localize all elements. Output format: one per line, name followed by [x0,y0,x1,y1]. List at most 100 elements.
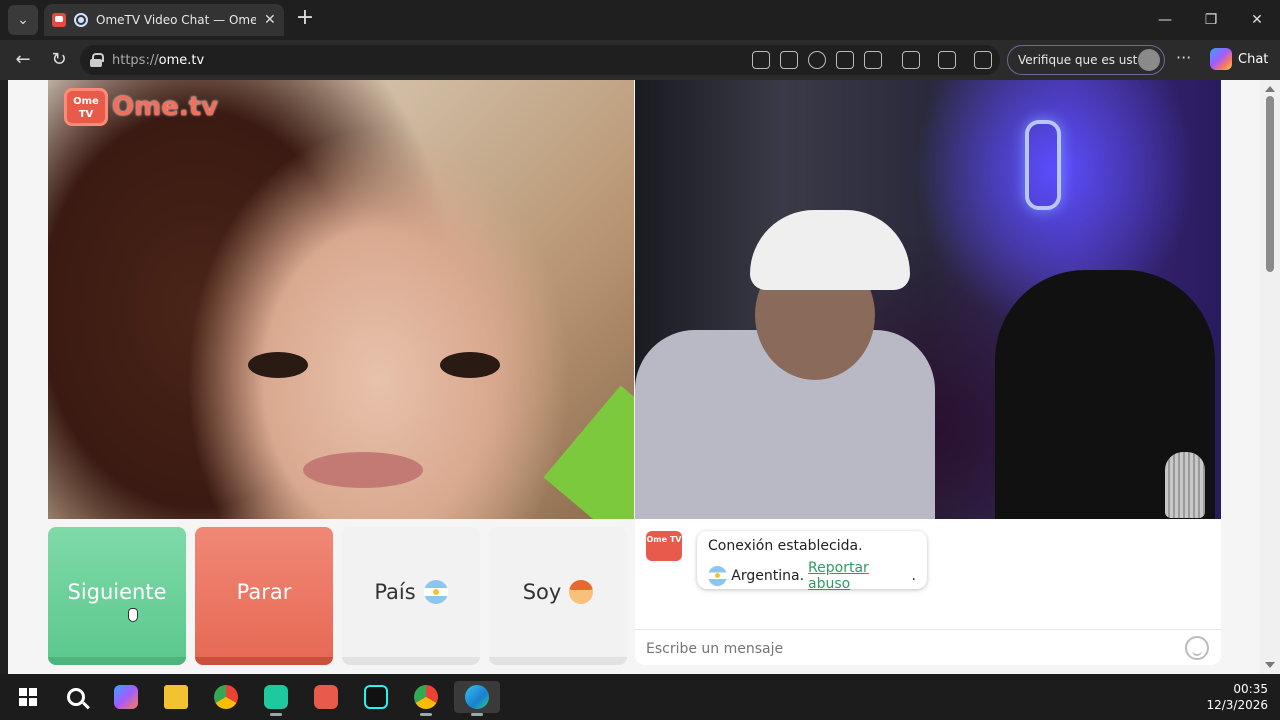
translate-icon[interactable] [780,51,798,69]
windows-start-icon [19,688,37,706]
search-icon [67,688,85,706]
ometv-taskbar-button[interactable] [310,681,342,713]
eye [248,352,308,378]
stop-label: Parar [236,580,292,604]
next-label: Siguiente [67,580,167,604]
window-controls: — ❐ ✕ [1142,0,1280,40]
tiktok-icon [364,685,388,709]
country-line: Argentina. Reportar abuso. [708,560,916,592]
running-indicator [471,713,483,716]
clock-date: 12/3/2026 [1206,698,1268,712]
edge-button[interactable] [454,681,500,716]
minimize-button[interactable]: — [1142,0,1188,40]
start-button[interactable] [12,681,44,713]
emoji-icon[interactable] [1185,636,1209,660]
lips [303,452,423,488]
reading-mode-icon[interactable] [808,51,826,69]
chrome-profile-button[interactable] [410,681,442,716]
chrome-button[interactable] [210,681,242,713]
extensions-icon[interactable] [902,51,920,69]
scroll-up-icon[interactable] [1265,86,1275,92]
extension-icons [902,51,992,69]
app-available-icon[interactable] [752,51,770,69]
boy-icon [569,580,594,604]
refresh-button[interactable]: ↻ [46,48,72,72]
close-window-button[interactable]: ✕ [1234,0,1280,40]
media-control-icon[interactable] [938,51,956,69]
system-clock[interactable]: 00:35 12/3/2026 [1206,681,1268,713]
url-protocol: https:// [112,52,159,68]
message-input[interactable] [646,638,1166,660]
mouse-cursor-icon [128,608,138,622]
tab-bar: ⌄ OmeTV Video Chat — Omegle ✕ + — ❐ ✕ [0,0,1280,40]
running-indicator [420,713,432,716]
restore-button[interactable]: ❐ [1188,0,1234,40]
url-host: ome.tv [158,52,205,68]
new-tab-button[interactable]: + [292,6,318,32]
system-message: Conexión establecida. Argentina. Reporta… [697,531,927,592]
connection-status: Conexión establecida. [708,538,863,554]
file-explorer-button[interactable] [160,681,192,713]
file-explorer-icon [164,685,188,709]
neon-sign [1025,120,1061,210]
local-video [48,80,634,519]
argentina-flag-icon [708,566,728,586]
white-cap [750,210,910,290]
scrollbar[interactable] [1260,80,1280,674]
address-toolbar: ← ↻ https:// ome.tv Verifique que es ust… [0,40,1280,80]
argentina-flag-icon [423,580,448,604]
copilot-icon [114,685,138,709]
recording-icon [74,13,88,27]
background-object [543,385,634,519]
back-button[interactable]: ← [10,48,36,72]
gender-button[interactable]: Soy [489,527,627,665]
tab-title: OmeTV Video Chat — Omegle [96,13,256,27]
ometv-logo-icon: Ome TV [64,88,108,126]
app-button[interactable] [260,681,292,716]
verify-profile-button[interactable]: Verifique que es usted [1007,45,1165,75]
next-button[interactable]: Siguiente [48,527,186,665]
trailing-period: . [911,568,916,584]
lock-icon[interactable] [90,53,104,67]
app-icon [264,685,288,709]
omnibox-actions [752,51,882,69]
verify-label: Verifique que es usted [1018,53,1153,67]
favorites-icon[interactable] [974,51,992,69]
partner-country: Argentina. [731,568,805,584]
scroll-down-icon[interactable] [1265,662,1275,668]
gender-label: Soy [522,580,562,604]
profile-avatar [1138,49,1160,71]
ometv-icon [314,685,338,709]
microphone [1165,452,1205,518]
tab-close-icon[interactable]: ✕ [264,12,276,28]
country-label: País [374,580,416,604]
running-indicator [270,713,282,716]
stop-button[interactable]: Parar [195,527,333,665]
more-menu-button[interactable]: ··· [1176,48,1191,67]
remote-video [635,80,1221,519]
copilot-chat-button[interactable]: Chat [1210,48,1268,70]
report-abuse-link[interactable]: Reportar abuso [808,560,912,592]
tab-ometv[interactable]: OmeTV Video Chat — Omegle ✕ [44,4,284,36]
chrome-icon [214,685,238,709]
copilot-icon [1210,48,1232,70]
tab-actions-menu[interactable]: ⌄ [8,5,38,35]
tiktok-button[interactable] [360,681,392,713]
ometv-chat-avatar-icon: Ome TV [646,531,682,561]
camera-in-use-icon[interactable] [864,51,882,69]
favorite-star-icon[interactable] [836,51,854,69]
chat-divider [635,629,1221,630]
logo-text: Ome.tv [112,92,219,122]
country-button[interactable]: País [342,527,480,665]
ometv-favicon-icon [52,13,66,27]
edge-icon [465,685,489,709]
clock-time: 00:35 [1233,682,1268,696]
chrome-profile-icon [414,685,438,709]
scroll-thumb[interactable] [1266,96,1274,272]
taskbar: 00:35 12/3/2026 [0,674,1280,720]
chat-label: Chat [1238,51,1269,67]
ometv-logo[interactable]: Ome TV Ome.tv [64,88,218,126]
search-button[interactable] [60,681,92,713]
copilot-taskbar-button[interactable] [110,681,142,713]
eye [440,352,500,378]
